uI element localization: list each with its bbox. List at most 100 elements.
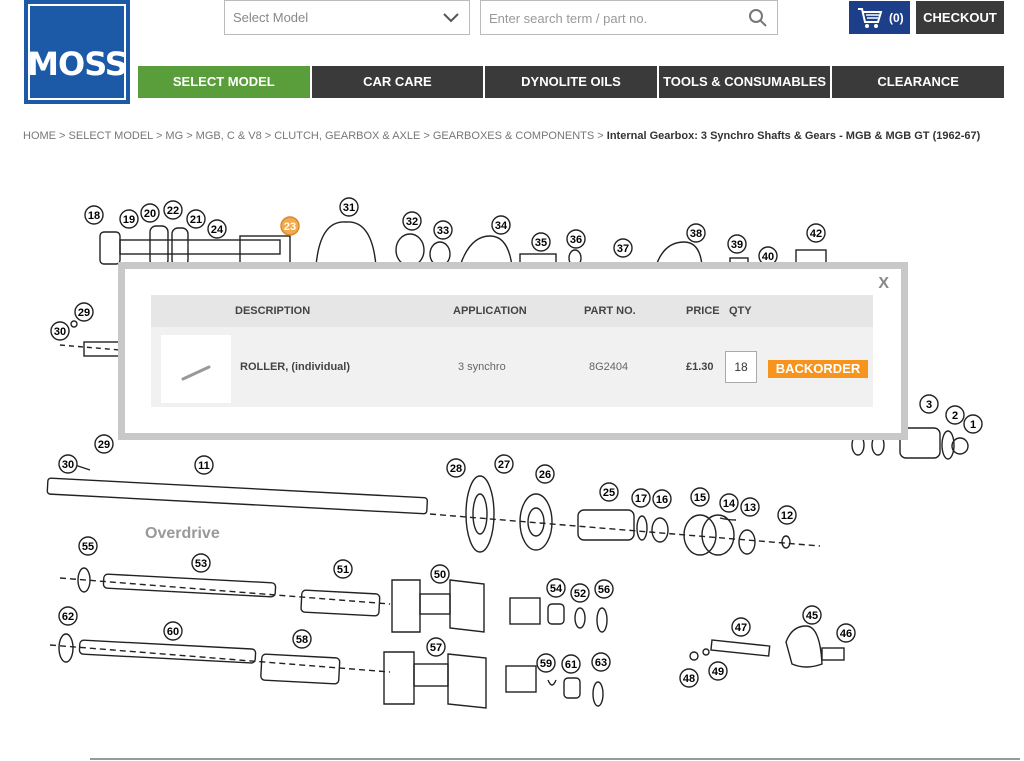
callout-label: 50 xyxy=(434,569,446,581)
callout: 2 xyxy=(945,405,965,425)
part-shape xyxy=(547,603,565,625)
part-shape xyxy=(472,493,488,535)
checkout-button[interactable]: CHECKOUT xyxy=(916,1,1004,34)
callout-label: 55 xyxy=(82,541,94,553)
nav-car-care[interactable]: CAR CARE xyxy=(311,66,486,98)
callout-label: 49 xyxy=(712,666,724,678)
part-shape xyxy=(574,607,586,629)
breadcrumb: HOME > SELECT MODEL > MG > MGB, C & V8 >… xyxy=(23,130,980,142)
part-shape xyxy=(419,593,451,615)
moss-logo[interactable]: MOSS xyxy=(24,0,130,104)
callout-label: 52 xyxy=(574,588,586,600)
callout-label: 48 xyxy=(683,673,695,685)
part-shape xyxy=(781,535,791,549)
callout-label: 46 xyxy=(840,628,852,640)
select-model-dropdown[interactable]: Select Model xyxy=(224,0,470,35)
callout: 15 xyxy=(690,487,710,507)
callout-label: 26 xyxy=(539,469,551,481)
callout: 3 xyxy=(919,394,939,414)
callout: 57 xyxy=(426,637,446,657)
callout: 30 xyxy=(50,321,70,341)
part-shape xyxy=(260,653,341,685)
table-header: DESCRIPTION APPLICATION PART NO. PRICE Q… xyxy=(151,295,873,327)
callout: 63 xyxy=(591,652,611,672)
cart-icon xyxy=(858,8,883,28)
nav-tools-consumables[interactable]: TOOLS & CONSUMABLES xyxy=(658,66,833,98)
cart-button[interactable]: (0) xyxy=(849,1,910,34)
breadcrumb-path[interactable]: HOME > SELECT MODEL > MG > MGB, C & V8 >… xyxy=(23,130,607,142)
close-icon[interactable]: X xyxy=(878,275,889,293)
callout-label: 15 xyxy=(694,492,706,504)
part-shape xyxy=(78,639,257,664)
search-icon[interactable] xyxy=(748,8,768,28)
part-shape xyxy=(509,597,541,625)
part-shape xyxy=(315,221,377,267)
part-shape xyxy=(596,607,608,633)
callout: 45 xyxy=(802,605,822,625)
callout-label: 58 xyxy=(296,634,308,646)
part-shape xyxy=(710,639,771,657)
callout: 37 xyxy=(613,238,633,258)
callout: 16 xyxy=(652,489,672,509)
callout-label: 24 xyxy=(211,224,224,236)
part-shape xyxy=(547,679,557,686)
part-shape xyxy=(429,513,821,547)
callout-highlight[interactable]: 23 xyxy=(280,216,300,236)
callout: 29 xyxy=(94,434,114,454)
callout-label: 33 xyxy=(437,225,449,237)
callout-label: 12 xyxy=(781,510,793,522)
table-row: ROLLER, (individual) 3 synchro 8G2404 £1… xyxy=(151,327,873,407)
quantity-input[interactable] xyxy=(725,351,757,383)
nav-dynolite-oils[interactable]: DYNOLITE OILS xyxy=(485,66,659,98)
part-shape xyxy=(592,681,604,707)
callout: 58 xyxy=(292,629,312,649)
select-model-text: Select Model xyxy=(233,10,309,25)
part-shape xyxy=(149,225,169,267)
part-shape xyxy=(447,653,487,709)
callout: 56 xyxy=(594,579,614,599)
cart-count: (0) xyxy=(889,11,904,25)
part-shape xyxy=(738,529,756,555)
callout-label: 1 xyxy=(970,419,976,431)
callout-label: 31 xyxy=(343,202,355,214)
callout-label: 11 xyxy=(198,460,210,472)
callout: 24 xyxy=(207,219,227,239)
nav-clearance[interactable]: CLEARANCE xyxy=(832,66,1004,98)
callout-label: 38 xyxy=(690,228,702,240)
part-shape xyxy=(683,514,717,556)
part-shape xyxy=(702,648,710,656)
callout-label: 36 xyxy=(570,234,582,246)
part-shape xyxy=(449,579,485,633)
header-application: APPLICATION xyxy=(453,305,527,317)
breadcrumb-current: Internal Gearbox: 3 Synchro Shafts & Gea… xyxy=(606,130,981,142)
header-price: PRICE xyxy=(686,305,720,317)
callout: 61 xyxy=(561,654,581,674)
part-shape xyxy=(300,589,381,617)
callout-label: 39 xyxy=(731,239,743,251)
callout: 51 xyxy=(333,559,353,579)
callout: 34 xyxy=(491,215,511,235)
callout: 59 xyxy=(536,653,556,673)
item-price: £1.30 xyxy=(686,361,714,373)
callout: 22 xyxy=(163,200,183,220)
callout-label: 57 xyxy=(430,642,442,654)
callout-label: 22 xyxy=(167,205,179,217)
search-box[interactable] xyxy=(480,0,778,35)
part-shape xyxy=(171,227,189,267)
part-shape xyxy=(58,633,74,663)
callout: 18 xyxy=(84,205,104,225)
nav-select-model[interactable]: SELECT MODEL xyxy=(138,66,312,98)
callout-label: 28 xyxy=(450,463,462,475)
callout: 11 xyxy=(194,455,214,475)
callout-label: 30 xyxy=(54,326,66,338)
callout-label: 3 xyxy=(926,399,932,411)
product-thumbnail[interactable] xyxy=(161,335,231,403)
overdrive-label: Overdrive xyxy=(145,525,220,542)
callout: 26 xyxy=(535,464,555,484)
part-shape xyxy=(59,577,391,605)
callout: 60 xyxy=(163,621,183,641)
item-description: ROLLER, (individual) xyxy=(240,361,350,373)
search-input[interactable] xyxy=(489,9,739,27)
callout: 30 xyxy=(58,454,78,474)
backorder-button[interactable]: BACKORDER xyxy=(768,360,868,378)
